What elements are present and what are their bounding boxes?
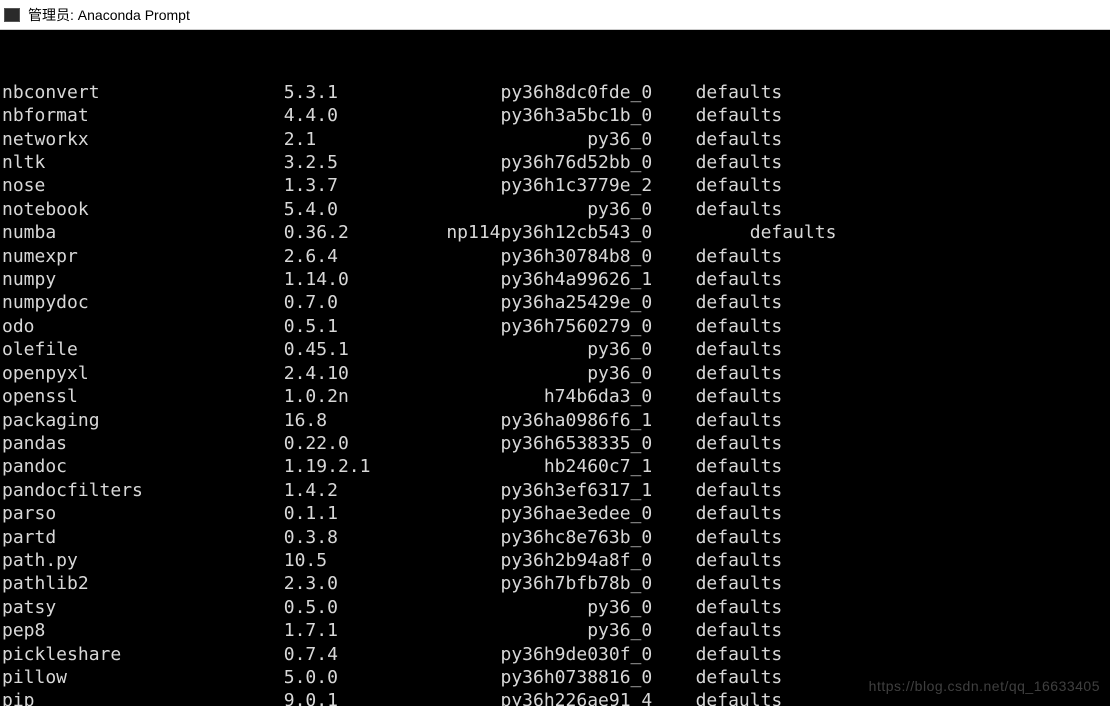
package-row: pathlib2 2.3.0 py36h7bfb78b_0 defaults bbox=[2, 572, 1110, 595]
package-row: pip 9.0.1 py36h226ae91_4 defaults bbox=[2, 689, 1110, 706]
terminal-icon bbox=[4, 8, 20, 22]
package-row: pillow 5.0.0 py36h0738816_0 defaults bbox=[2, 666, 1110, 689]
package-row: odo 0.5.1 py36h7560279_0 defaults bbox=[2, 315, 1110, 338]
package-row: path.py 10.5 py36h2b94a8f_0 defaults bbox=[2, 549, 1110, 572]
window-title: 管理员: Anaconda Prompt bbox=[28, 5, 190, 25]
package-row: partd 0.3.8 py36hc8e763b_0 defaults bbox=[2, 526, 1110, 549]
package-row: openssl 1.0.2n h74b6da3_0 defaults bbox=[2, 385, 1110, 408]
package-row: numba 0.36.2 np114py36h12cb543_0 default… bbox=[2, 221, 1110, 244]
package-row: pandas 0.22.0 py36h6538335_0 defaults bbox=[2, 432, 1110, 455]
package-row: numexpr 2.6.4 py36h30784b8_0 defaults bbox=[2, 245, 1110, 268]
package-row: pandocfilters 1.4.2 py36h3ef6317_1 defau… bbox=[2, 479, 1110, 502]
package-row: numpy 1.14.0 py36h4a99626_1 defaults bbox=[2, 268, 1110, 291]
package-row: patsy 0.5.0 py36_0 defaults bbox=[2, 596, 1110, 619]
package-row: notebook 5.4.0 py36_0 defaults bbox=[2, 198, 1110, 221]
package-row: parso 0.1.1 py36hae3edee_0 defaults bbox=[2, 502, 1110, 525]
package-row: openpyxl 2.4.10 py36_0 defaults bbox=[2, 362, 1110, 385]
package-row: pickleshare 0.7.4 py36h9de030f_0 default… bbox=[2, 643, 1110, 666]
package-row: nbconvert 5.3.1 py36h8dc0fde_0 defaults bbox=[2, 81, 1110, 104]
window-titlebar[interactable]: 管理员: Anaconda Prompt bbox=[0, 0, 1110, 30]
package-row: nltk 3.2.5 py36h76d52bb_0 defaults bbox=[2, 151, 1110, 174]
package-row: numpydoc 0.7.0 py36ha25429e_0 defaults bbox=[2, 291, 1110, 314]
package-row: packaging 16.8 py36ha0986f6_1 defaults bbox=[2, 409, 1110, 432]
package-row: networkx 2.1 py36_0 defaults bbox=[2, 128, 1110, 151]
terminal-output[interactable]: nbconvert 5.3.1 py36h8dc0fde_0 defaultsn… bbox=[0, 30, 1110, 706]
package-row: pandoc 1.19.2.1 hb2460c7_1 defaults bbox=[2, 455, 1110, 478]
package-row: olefile 0.45.1 py36_0 defaults bbox=[2, 338, 1110, 361]
package-row: pep8 1.7.1 py36_0 defaults bbox=[2, 619, 1110, 642]
package-row: nbformat 4.4.0 py36h3a5bc1b_0 defaults bbox=[2, 104, 1110, 127]
package-row: nose 1.3.7 py36h1c3779e_2 defaults bbox=[2, 174, 1110, 197]
